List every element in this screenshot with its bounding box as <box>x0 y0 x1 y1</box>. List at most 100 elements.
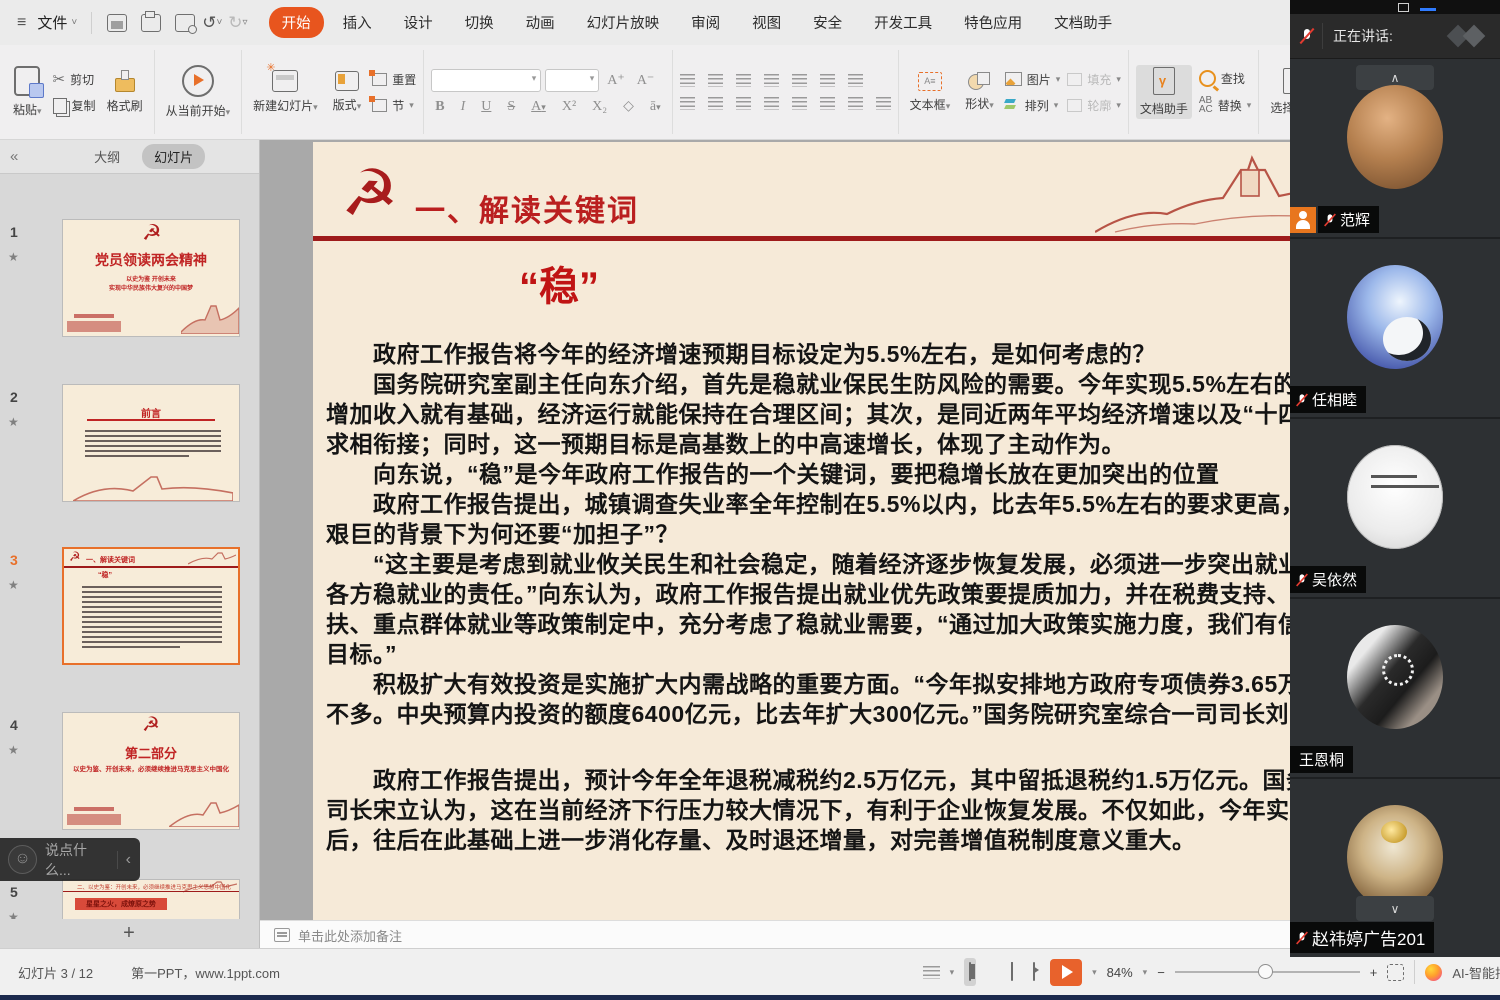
hamburger-menu-icon[interactable]: ≡ <box>17 14 26 32</box>
tab-animation[interactable]: 动画 <box>513 7 568 38</box>
slide4-thumbnail[interactable]: ☭ 第二部分 以史为鉴、开创未来，必须继续推进马克思主义中国化 <box>62 712 240 830</box>
new-slide-button[interactable]: 新建幻灯片▾ <box>249 68 322 116</box>
increase-indent-icon[interactable] <box>764 74 779 87</box>
text-direction-icon[interactable] <box>792 74 807 87</box>
strikethrough-button[interactable]: S <box>503 99 519 115</box>
textbox-button[interactable]: A≡ 文本框▾ <box>906 70 955 115</box>
undo-caret-icon[interactable]: ˅ <box>216 17 222 28</box>
participant-tile[interactable]: 王恩桐 <box>1290 599 1500 779</box>
chat-input-placeholder[interactable]: 说点什么... <box>45 840 108 880</box>
columns-icon[interactable] <box>820 74 835 87</box>
section-button[interactable]: 节▾ <box>372 97 416 114</box>
tab-special-features[interactable]: 特色应用 <box>951 7 1035 38</box>
decrease-font-icon[interactable]: A⁻ <box>633 72 659 89</box>
slide2-thumbnail[interactable]: 前言 <box>62 384 240 502</box>
font-size-combo[interactable] <box>545 69 599 92</box>
align-right-icon[interactable] <box>736 97 751 110</box>
align-center-icon[interactable] <box>708 97 723 110</box>
notes-toggle-icon[interactable] <box>923 966 940 979</box>
file-menu-caret-icon[interactable]: ˅ <box>71 17 77 28</box>
paste-button[interactable]: 粘贴▾ <box>9 64 46 120</box>
tab-view[interactable]: 视图 <box>739 7 794 38</box>
chat-input-overlay[interactable]: ☺ 说点什么... ‹ <box>0 838 140 881</box>
restore-window-icon[interactable] <box>1398 3 1409 12</box>
outline-tab[interactable]: 大纲 <box>82 144 132 169</box>
redo-icon[interactable]: ↻ <box>228 13 242 33</box>
fit-window-button[interactable] <box>1387 964 1404 981</box>
justify-icon[interactable] <box>764 97 779 110</box>
panel-collapse-icon[interactable]: « <box>10 148 18 165</box>
print-icon[interactable] <box>141 14 161 32</box>
align-left-icon[interactable] <box>680 97 695 110</box>
superscript-button[interactable]: X² <box>558 99 580 115</box>
tab-slideshow[interactable]: 幻灯片放映 <box>574 7 673 38</box>
zoom-out-button[interactable]: − <box>1157 965 1165 980</box>
text-orientation-icon[interactable] <box>848 74 863 87</box>
slide-canvas[interactable]: ☭ 一、解读关键词 “稳” 政府工作报告将今年的经济增速预期目标设定为5.5%左… <box>313 142 1290 920</box>
ai-layout-icon[interactable] <box>1425 964 1442 981</box>
slide3-thumbnail-selected[interactable]: ☭ 一、解读关键词 “稳” <box>62 547 240 665</box>
format-painter-button[interactable]: 格式刷 <box>103 68 147 116</box>
subscript-button[interactable]: X₂ <box>588 99 611 115</box>
save-icon[interactable] <box>107 14 127 32</box>
underline-button[interactable]: U <box>477 99 495 115</box>
bullet-list-icon[interactable] <box>680 74 695 87</box>
record-show-button[interactable] <box>1028 958 1040 986</box>
tab-security[interactable]: 安全 <box>800 7 855 38</box>
char-spacing-icon[interactable] <box>820 97 835 110</box>
ai-layout-label[interactable]: AI-智能排 <box>1452 963 1500 982</box>
tab-transition[interactable]: 切换 <box>452 7 507 38</box>
phonetic-guide-button[interactable]: ā▾ <box>646 99 665 115</box>
undo-icon[interactable]: ↺ <box>202 13 216 33</box>
file-menu[interactable]: 文件 <box>37 12 67 33</box>
font-color-button[interactable]: A▾ <box>527 99 550 115</box>
print-preview-icon[interactable] <box>175 14 195 32</box>
slide-sorter-button[interactable] <box>986 967 996 977</box>
doc-assistant-button[interactable]: 文档助手 <box>1136 65 1192 119</box>
participant-tile[interactable]: 任相睦 <box>1290 239 1500 419</box>
emoji-icon[interactable]: ☺ <box>8 845 37 874</box>
add-slide-button[interactable]: + <box>0 918 258 948</box>
participant-tile[interactable]: ∨ 赵祎婷广告201 <box>1290 779 1500 957</box>
tab-doc-assistant[interactable]: 文档助手 <box>1041 7 1125 38</box>
italic-button[interactable]: I <box>457 99 470 115</box>
picture-button[interactable]: 图片▾ <box>1005 71 1061 88</box>
font-family-combo[interactable] <box>431 69 541 92</box>
layout-button[interactable]: 版式▾ <box>329 69 366 115</box>
line-spacing-icon[interactable] <box>848 97 863 110</box>
slide1-thumbnail[interactable]: ☭ 党员领读两会精神 以史为鉴 开创未来 实现中华民族伟大复兴的中国梦 <box>62 219 240 337</box>
quickbar-customize-icon[interactable]: ▿ <box>243 17 248 28</box>
bold-button[interactable]: B <box>431 99 448 115</box>
tab-review[interactable]: 审阅 <box>678 7 733 38</box>
zoom-caret-icon[interactable]: ▾ <box>1143 967 1148 978</box>
cut-button[interactable]: ✂ 剪切 <box>53 70 96 88</box>
zoom-in-button[interactable]: + <box>1370 965 1378 980</box>
find-button[interactable]: 查找 <box>1199 70 1251 87</box>
slides-tab[interactable]: 幻灯片 <box>142 144 205 169</box>
clear-format-button[interactable]: ◇ <box>619 98 638 115</box>
arrange-button[interactable]: 排列▾ <box>1005 97 1061 114</box>
tab-devtools[interactable]: 开发工具 <box>861 7 945 38</box>
play-slideshow-button[interactable] <box>1050 959 1082 986</box>
slide-body-text[interactable]: 政府工作报告将今年的经济增速预期目标设定为5.5%左右，是如何考虑的？ 国务院研… <box>326 339 1290 855</box>
notes-toggle-caret-icon[interactable]: ▾ <box>950 967 955 978</box>
increase-font-icon[interactable]: A⁺ <box>603 72 629 89</box>
participant-tile[interactable]: 吴依然 <box>1290 419 1500 599</box>
numbered-list-icon[interactable] <box>708 74 723 87</box>
tab-design[interactable]: 设计 <box>391 7 446 38</box>
copy-button[interactable]: 复制 <box>53 97 96 114</box>
play-options-caret-icon[interactable]: ▾ <box>1092 967 1097 978</box>
replace-button[interactable]: ABAC 替换▾ <box>1199 96 1251 114</box>
reading-view-button[interactable] <box>1006 958 1018 986</box>
paragraph-spacing-icon[interactable] <box>876 97 891 110</box>
notes-bar[interactable]: 单击此处添加备注 <box>260 920 1290 949</box>
zoom-slider[interactable] <box>1175 971 1360 973</box>
participant-tile[interactable]: ∧ 范辉 <box>1290 59 1500 239</box>
tab-home[interactable]: 开始 <box>269 7 324 38</box>
play-from-current-button[interactable]: 从当前开始▾ <box>162 63 235 121</box>
tab-insert[interactable]: 插入 <box>330 7 385 38</box>
zoom-slider-knob[interactable] <box>1258 964 1273 979</box>
decrease-indent-icon[interactable] <box>736 74 751 87</box>
normal-view-button[interactable] <box>964 958 976 986</box>
reset-button[interactable]: 重置 <box>372 71 416 88</box>
